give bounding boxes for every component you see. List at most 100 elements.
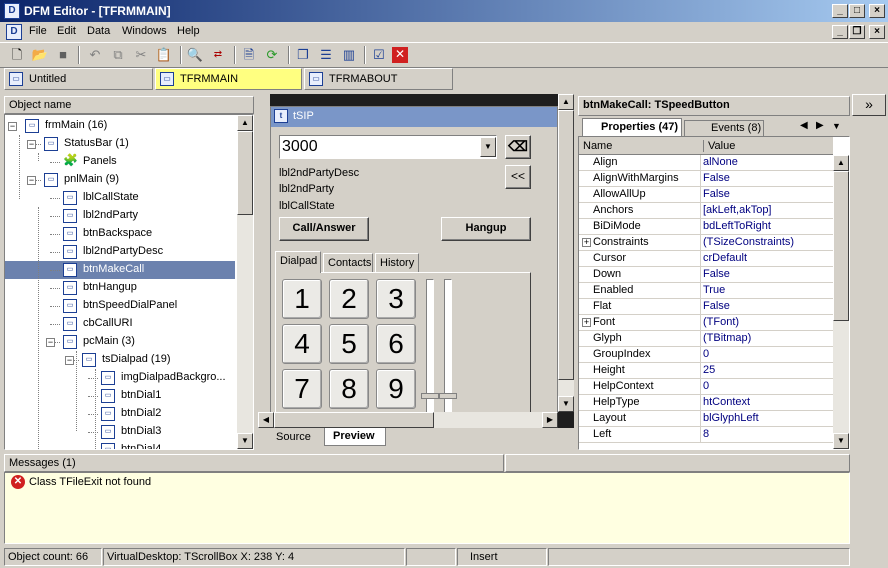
property-value[interactable]: (TSizeConstraints) [703,236,794,248]
tree-node[interactable]: − ▭ tsDialpad (19) [5,351,235,369]
property-row[interactable]: Cursor crDefault [579,251,833,267]
message-item[interactable]: Class TFileExit not found [29,476,151,488]
property-value[interactable]: 8 [703,428,709,440]
child-restore-button[interactable]: ❐ [849,25,865,39]
tree-node[interactable]: ▭ btnMakeCall [5,261,235,279]
property-row[interactable]: Enabled True [579,283,833,299]
dial-key-5[interactable]: 5 [329,324,369,364]
tree-node[interactable]: − ▭ pcMain (3) [5,333,235,351]
property-value[interactable]: alNone [703,156,738,168]
tree-node[interactable]: ▭ btnSpeedDialPanel [5,297,235,315]
property-scroll-thumb[interactable] [833,171,849,321]
tree-scrollbar[interactable]: ▲ ▼ [237,115,253,449]
open-folder-icon[interactable]: 📂 [29,44,51,66]
property-row[interactable]: HelpType htContext [579,395,833,411]
tab-dialpad[interactable]: Dialpad [275,251,321,273]
property-value[interactable]: [akLeft,akTop] [703,204,772,216]
scroll-right-icon[interactable]: ▶ [542,412,558,428]
cut-icon[interactable]: ✂ [130,44,152,66]
tree-node[interactable]: ▭ btnDial2 [5,405,235,423]
tile-vertical-icon[interactable]: ▥ [338,44,360,66]
dial-key-9[interactable]: 9 [376,369,416,409]
tab-events[interactable]: Events (8) [684,120,764,136]
tab-properties[interactable]: Properties (47) [582,118,682,136]
property-row[interactable]: Constraints + (TSizeConstraints) [579,235,833,251]
object-tree[interactable]: − ▭ frmMain (16) − ▭ StatusBar (1) 🧩 Panels − ▭ pn… [4,114,254,450]
property-row[interactable]: Height 25 [579,363,833,379]
save-icon[interactable]: ■ [52,44,74,66]
property-value[interactable]: False [703,188,730,200]
collapse-icon[interactable]: − [27,176,36,185]
designer-hscroll[interactable]: ◀ ▶ [258,412,558,428]
call-uri-combo[interactable]: 3000 ▼ [279,135,497,159]
hangup-button[interactable]: Hangup [441,217,531,241]
call-answer-button[interactable]: Call/Answer [279,217,369,241]
property-row[interactable]: AllowAllUp False [579,187,833,203]
expand-panel-button[interactable]: » [852,94,886,116]
close-button[interactable]: × [869,4,885,18]
dial-key-8[interactable]: 8 [329,369,369,409]
property-value[interactable]: crDefault [703,252,747,264]
refresh-icon[interactable]: ⟳ [261,44,283,66]
minimize-button[interactable]: _ [832,4,848,18]
property-value[interactable]: htContext [703,396,750,408]
menu-data[interactable]: Data [82,25,115,37]
property-value[interactable]: 0 [703,348,709,360]
dial-key-7[interactable]: 7 [282,369,322,409]
backspace-button[interactable]: ⌫ [505,135,531,159]
property-row[interactable]: Font + (TFont) [579,315,833,331]
property-row[interactable]: Flat False [579,299,833,315]
scroll-up-icon[interactable]: ▲ [833,155,849,171]
messages-list[interactable]: ✕ Class TFileExit not found [4,472,850,544]
property-value[interactable]: (TBitmap) [703,332,751,344]
tile-horizontal-icon[interactable]: ☰ [315,44,337,66]
tab-menu-icon[interactable]: ▼ [832,121,841,131]
child-minimize-button[interactable]: _ [832,25,848,39]
menu-help[interactable]: Help [172,25,205,37]
property-row[interactable]: Layout blGlyphLeft [579,411,833,427]
tab-preview[interactable]: Preview [324,428,386,446]
property-row[interactable]: Down False [579,267,833,283]
mic-slider-thumb[interactable] [439,393,457,399]
maximize-button[interactable]: □ [849,4,865,18]
speed-dial-panel-button[interactable]: << [505,165,531,189]
copy-icon[interactable]: ⧉ [107,44,129,66]
scroll-left-icon[interactable]: ◀ [258,412,274,428]
scroll-down-icon[interactable]: ▼ [833,433,849,449]
dial-key-4[interactable]: 4 [282,324,322,364]
doc-tab-tfrmmain[interactable]: ▭ TFRMMAIN [155,68,302,90]
tree-node[interactable]: ▭ btnDial1 [5,387,235,405]
collapse-icon[interactable]: − [65,356,74,365]
property-row[interactable]: Glyph (TBitmap) [579,331,833,347]
collapse-icon[interactable]: − [46,338,55,347]
dial-key-1[interactable]: 1 [282,279,322,319]
property-row[interactable]: BiDiMode bdLeftToRight [579,219,833,235]
property-value[interactable]: False [703,268,730,280]
property-value[interactable]: False [703,300,730,312]
close-document-icon[interactable]: ✕ [392,47,408,63]
tree-node[interactable]: ▭ lbl2ndParty [5,207,235,225]
tree-node[interactable]: ▭ btnBackspace [5,225,235,243]
tree-node[interactable]: ▭ btnDial3 [5,423,235,441]
tree-node[interactable]: ▭ btnDial4 [5,441,235,449]
property-value[interactable]: 0 [703,380,709,392]
dial-key-6[interactable]: 6 [376,324,416,364]
tree-node[interactable]: − ▭ frmMain (16) [5,117,235,135]
undo-icon[interactable]: ↶ [84,44,106,66]
tab-source[interactable]: Source [270,430,320,446]
property-value[interactable]: 25 [703,364,715,376]
checklist-icon[interactable]: ☑ [368,44,390,66]
expand-icon[interactable]: + [582,318,591,327]
doc-tab-tfrmabout[interactable]: ▭ TFRMABOUT [304,68,453,90]
volume-slider-thumb[interactable] [421,393,439,399]
tree-node[interactable]: ▭ imgDialpadBackgro... [5,369,235,387]
tab-scroll-left-icon[interactable]: ◀ [800,120,808,131]
property-row[interactable]: Anchors [akLeft,akTop] [579,203,833,219]
tab-contacts[interactable]: Contacts [323,253,373,273]
property-scrollbar[interactable]: ▲ ▼ [833,155,849,449]
property-value[interactable]: (TFont) [703,316,739,328]
tree-node[interactable]: ▭ lbl2ndPartyDesc [5,243,235,261]
paste-icon[interactable]: 📋 [153,44,175,66]
scroll-down-icon[interactable]: ▼ [237,433,253,449]
dial-key-3[interactable]: 3 [376,279,416,319]
